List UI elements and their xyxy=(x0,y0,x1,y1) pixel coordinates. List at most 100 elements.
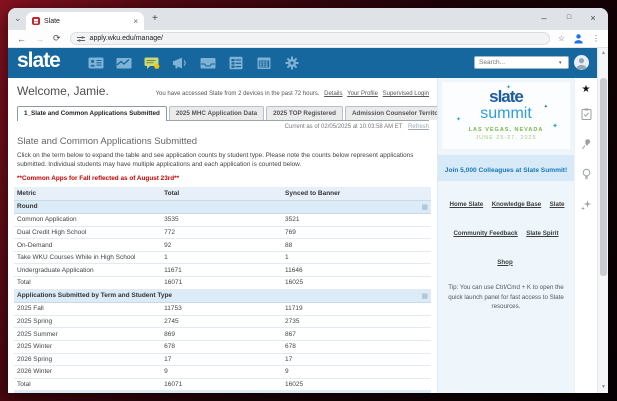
tab-close-icon[interactable]: × xyxy=(133,17,138,26)
tab-admission-counselor-territory[interactable]: Admission Counselor Territory Report xyxy=(345,106,437,120)
search-input[interactable] xyxy=(475,59,559,66)
home-slate-link[interactable]: Home Slate xyxy=(450,201,484,208)
clipboard-icon[interactable] xyxy=(581,108,592,120)
profile-icon[interactable] xyxy=(573,33,584,44)
table-row[interactable]: Take WKU Courses While in High School11 xyxy=(14,252,431,265)
lightbulb-icon[interactable] xyxy=(581,168,592,181)
scrollbar-thumb[interactable] xyxy=(600,78,607,276)
tab-mhc-application-data[interactable]: 2025 MHC Application Data xyxy=(169,106,264,120)
table-row[interactable]: 2025 Spring27452735 xyxy=(14,316,431,329)
search-box[interactable]: ▾ xyxy=(474,56,569,69)
browser-window: ⌄ Slate × + – □ × ← → ⟳ apply.wku.edu/ma… xyxy=(8,8,608,393)
summit-banner-link[interactable]: Join 5,000 Colleagues at Slate Summit! xyxy=(445,167,567,174)
row-metric: Total xyxy=(14,381,164,388)
section-name: Round xyxy=(14,203,38,210)
table-row[interactable]: Dual Credit High School772769 xyxy=(14,227,431,240)
row-metric: 2026 Winter xyxy=(14,368,164,375)
sparkle-icon: ✦ xyxy=(552,122,558,130)
table-row[interactable]: On-Demand9288 xyxy=(14,239,431,252)
slate-nav-bar: slate xyxy=(8,48,597,78)
forward-icon[interactable]: → xyxy=(35,34,44,44)
queries-icon[interactable] xyxy=(228,56,244,70)
table-row[interactable]: Total1607116025 xyxy=(14,379,431,392)
sparkle-icon: ✦ xyxy=(544,104,548,110)
scroll-up-icon[interactable]: ▲ xyxy=(599,50,608,56)
row-synced: 3521 xyxy=(285,216,431,223)
sidebar-links: Home Slate Knowledge Base Slate Communit… xyxy=(438,188,574,274)
col-metric: Metric xyxy=(14,190,164,197)
reload-icon[interactable]: ⟳ xyxy=(53,33,61,44)
summit-logo-summit: summit xyxy=(442,106,570,122)
row-metric: 2025 Fall xyxy=(14,305,164,312)
bookmark-star-icon[interactable]: ☆ xyxy=(558,34,565,43)
details-link[interactable]: Details xyxy=(324,91,342,97)
section-decisions[interactable]: Decisions ▦ xyxy=(14,391,431,393)
page-scrollbar[interactable]: ▲ ▼ xyxy=(597,48,608,393)
inbox-icon[interactable] xyxy=(200,56,216,70)
tab-search-icon[interactable]: ⌄ xyxy=(14,13,22,24)
summit-banner[interactable]: Join 5,000 Colleagues at Slate Summit! xyxy=(438,155,574,181)
window-maximize-button[interactable]: □ xyxy=(557,8,581,30)
table-row[interactable]: 2025 Fall1175311719 xyxy=(14,303,431,316)
row-total: 869 xyxy=(164,331,285,338)
announcements-icon[interactable] xyxy=(172,56,188,70)
table-row[interactable]: Total1607116025 xyxy=(14,277,431,290)
new-tab-button[interactable]: + xyxy=(152,13,158,24)
section-round[interactable]: Round ▦ xyxy=(14,201,431,215)
table-row[interactable]: 2025 Summer869867 xyxy=(14,328,431,341)
row-synced: 16025 xyxy=(285,381,431,388)
row-total: 1 xyxy=(164,254,285,261)
section-term-student-type[interactable]: Applications Submitted by Term and Stude… xyxy=(14,290,431,304)
row-total: 16071 xyxy=(164,381,285,388)
table-row[interactable]: 2025 Winter678678 xyxy=(14,341,431,354)
slate-logo[interactable]: slate xyxy=(17,49,60,73)
supervised-login-link[interactable]: Supervised Login xyxy=(383,91,429,97)
browser-menu-icon[interactable]: ⋮ xyxy=(592,34,600,43)
export-icon[interactable]: ▦ xyxy=(421,203,428,211)
records-icon[interactable] xyxy=(116,56,132,70)
main-content: Welcome, Jamie. You have accessed Slate … xyxy=(8,78,437,393)
row-synced: 867 xyxy=(285,331,431,338)
row-metric: 2026 Spring xyxy=(14,356,164,363)
table-row[interactable]: Undergraduate Application1167111646 xyxy=(14,264,431,277)
report-table: Metric Total Synced to Banner Round ▦ Co… xyxy=(14,187,431,393)
window-minimize-button[interactable]: – xyxy=(532,8,556,30)
row-total: 11671 xyxy=(164,267,285,274)
browser-tab[interactable]: Slate × xyxy=(26,12,144,30)
messages-icon[interactable] xyxy=(144,56,160,70)
knowledge-base-link[interactable]: Knowledge Base xyxy=(492,201,542,208)
table-row[interactable]: Common Application35353521 xyxy=(14,214,431,227)
table-row[interactable]: 2026 Winter99 xyxy=(14,366,431,379)
refresh-link[interactable]: Refresh xyxy=(408,124,429,130)
nav-icons xyxy=(88,56,300,70)
calendar-icon[interactable] xyxy=(256,56,272,70)
browser-tab-strip: ⌄ Slate × + – □ × xyxy=(8,8,608,30)
tab-slate-common-apps[interactable]: 1_Slate and Common Applications Submitte… xyxy=(17,106,167,121)
tab-top-registered[interactable]: 2025 TOP Registered xyxy=(266,106,343,120)
back-icon[interactable]: ← xyxy=(17,34,26,44)
table-row[interactable]: 2026 Spring1717 xyxy=(14,354,431,367)
window-close-button[interactable]: × xyxy=(581,8,605,30)
row-synced: 17 xyxy=(285,356,431,363)
row-metric: Take WKU Courses While in High School xyxy=(14,254,164,261)
favorites-star-icon[interactable]: ★ xyxy=(575,84,597,95)
scroll-down-icon[interactable]: ▼ xyxy=(599,384,608,390)
user-avatar[interactable] xyxy=(574,55,589,70)
address-bar[interactable]: apply.wku.edu/manage/ xyxy=(70,32,550,45)
export-icon[interactable]: ▦ xyxy=(421,292,428,300)
settings-icon[interactable] xyxy=(284,56,300,70)
row-total: 3535 xyxy=(164,216,285,223)
contacts-icon[interactable] xyxy=(88,56,104,70)
row-metric: Total xyxy=(14,279,164,286)
report-description: Click on the term below to expand the ta… xyxy=(17,151,427,170)
pushpin-icon[interactable] xyxy=(581,138,592,150)
site-info-icon[interactable] xyxy=(77,35,85,43)
current-as-of: Current as of 02/05/2025 at 10:03:58 AM … xyxy=(8,124,429,130)
your-profile-link[interactable]: Your Profile xyxy=(347,91,378,97)
sparkles-icon[interactable] xyxy=(580,199,592,211)
section-name: Applications Submitted by Term and Stude… xyxy=(14,292,172,299)
report-notice: **Common Apps for Fall reflected as of A… xyxy=(17,175,429,182)
row-synced: 88 xyxy=(285,242,431,249)
url-text[interactable]: apply.wku.edu/manage/ xyxy=(90,35,163,42)
right-icon-strip: ★ xyxy=(574,78,597,393)
